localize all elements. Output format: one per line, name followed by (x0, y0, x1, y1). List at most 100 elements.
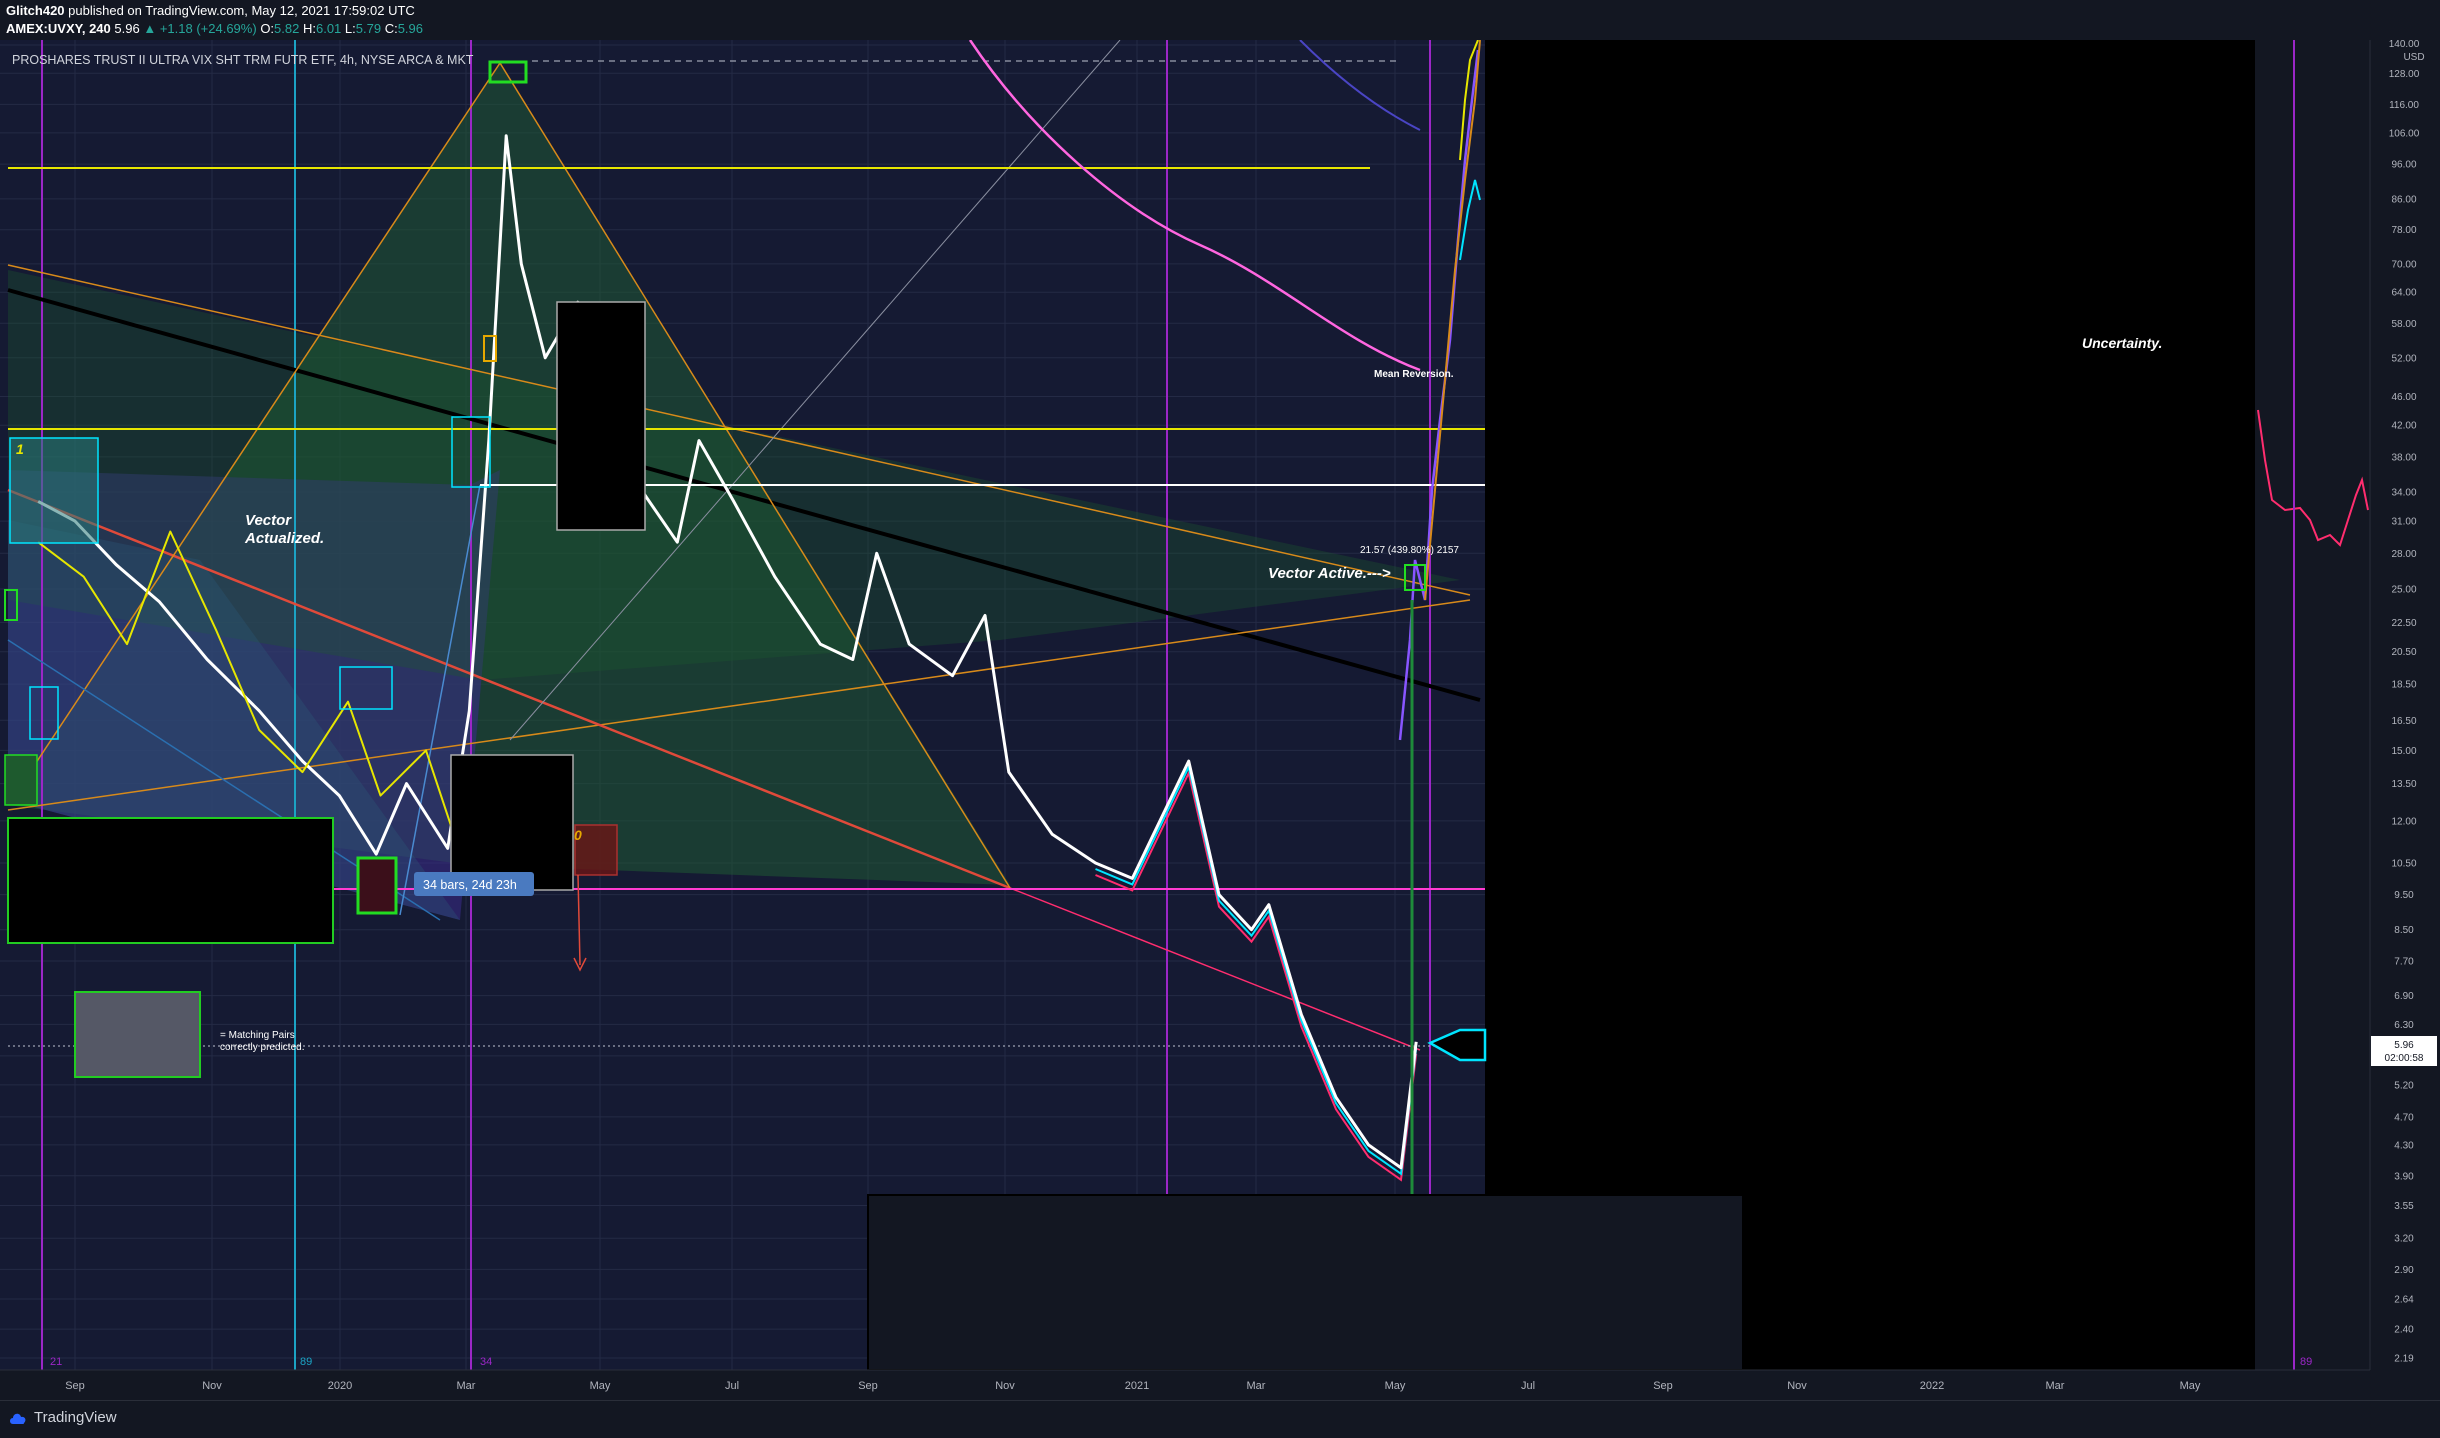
current-price-value: 5.96 (2394, 1040, 2414, 1051)
y-tick-label: 52.00 (2391, 353, 2416, 364)
chart-area[interactable]: PROSHARES TRUST II ULTRA VIX SHT TRM FUT… (0, 39, 2440, 1400)
y-tick-label: 42.00 (2391, 421, 2416, 432)
y-tick-label: 2.64 (2394, 1294, 2414, 1305)
x-tick-label: 2020 (328, 1380, 352, 1392)
y-tick-label: 2.19 (2394, 1354, 2414, 1365)
price-change: +1.18 (+24.69%) (159, 21, 257, 36)
mean-reversion-label: Mean Reversion. (1374, 369, 1454, 380)
y-tick-label: 31.00 (2391, 517, 2416, 528)
ohlc-open-label: O: (260, 21, 275, 36)
y-tick-label: 70.00 (2391, 259, 2416, 270)
y-tick-label: 7.70 (2394, 956, 2414, 967)
x-tick-label: 2022 (1920, 1380, 1944, 1392)
tradingview-brand[interactable]: TradingView (8, 1409, 117, 1426)
x-tick-label: Sep (65, 1380, 85, 1392)
cycle-21-label: 21 (50, 1356, 62, 1368)
x-tick-label: Jul (725, 1380, 739, 1392)
y-tick-label: 22.50 (2391, 618, 2416, 629)
brand-name: TradingView (34, 1409, 117, 1426)
currency-label: USD (2403, 52, 2424, 63)
y-tick-label: 96.00 (2391, 160, 2416, 171)
black-box-1 (556, 301, 646, 531)
y-tick-label: 3.55 (2394, 1201, 2414, 1212)
cycle-89b-label: 89 (2300, 1356, 2312, 1368)
y-tick-label: 12.00 (2391, 816, 2416, 827)
x-tick-label: Mar (457, 1380, 476, 1392)
green-box-2 (356, 856, 398, 915)
footer-bar: TradingView (0, 1400, 2440, 1438)
y-tick-label: 78.00 (2391, 225, 2416, 236)
y-tick-label: 2.90 (2394, 1265, 2414, 1276)
y-tick-label: 10.50 (2391, 858, 2416, 869)
matching-pairs-line1: = Matching Pairs (220, 1030, 295, 1041)
time-axis[interactable] (0, 1370, 2440, 1400)
publisher-name[interactable]: Glitch420 (6, 3, 65, 18)
y-tick-label: 5.20 (2394, 1080, 2414, 1091)
x-tick-label: Nov (1787, 1380, 1807, 1392)
y-tick-label: 18.50 (2391, 680, 2416, 691)
x-tick-label: Sep (858, 1380, 878, 1392)
publisher-line: Glitch420 published on TradingView.com, … (6, 3, 415, 18)
x-tick-label: May (1385, 1380, 1406, 1392)
y-tick-label: 20.50 (2391, 647, 2416, 658)
ohlc-low: 5.79 (355, 21, 382, 36)
y-tick-label: 4.70 (2394, 1112, 2414, 1123)
vector-actualized-line1: Vector (245, 512, 292, 529)
last-price: 5.96 (114, 21, 140, 36)
countdown-value: 02:00:58 (2385, 1053, 2424, 1064)
cycle-89-label: 89 (300, 1356, 312, 1368)
ohlc-open: 5.82 (274, 21, 300, 36)
count-0-label: 0 (574, 827, 582, 843)
ohlc-high: 6.01 (315, 21, 342, 36)
matching-pairs-line2: correctly predicted. (220, 1042, 304, 1053)
x-tick-label: 2021 (1125, 1380, 1149, 1392)
ohlc-high-label: H: (302, 21, 316, 36)
future-mask (1485, 40, 2255, 1370)
up-triangle-icon: ▲ (143, 21, 157, 36)
y-tick-label: 13.50 (2391, 779, 2416, 790)
vector-active-label: Vector Active.---> (1268, 565, 1391, 582)
symbol-name[interactable]: AMEX:UVXY, 240 (6, 21, 111, 36)
x-tick-label: Mar (2046, 1380, 2065, 1392)
bars-tooltip-text: 34 bars, 24d 23h (423, 878, 517, 892)
y-tick-label: 86.00 (2391, 194, 2416, 205)
y-tick-label: 15.00 (2391, 746, 2416, 757)
x-tick-label: Nov (202, 1380, 222, 1392)
x-tick-label: Nov (995, 1380, 1015, 1392)
y-tick-label: 38.00 (2391, 452, 2416, 463)
bottom-info-box (867, 1194, 1744, 1371)
far-right-zone (2255, 40, 2370, 1370)
chart-svg[interactable]: PROSHARES TRUST II ULTRA VIX SHT TRM FUT… (0, 39, 2440, 1400)
uncertainty-label: Uncertainty. (2082, 335, 2162, 351)
y-tick-label: 128.00 (2389, 69, 2420, 80)
x-tick-label: Mar (1247, 1380, 1266, 1392)
green-box-left (4, 754, 38, 806)
y-tick-label: 16.50 (2391, 716, 2416, 727)
black-box-legend (7, 817, 334, 944)
published-text: published on TradingView.com, May 12, 20… (68, 3, 415, 18)
ohlc-low-label: L: (344, 21, 356, 36)
ohlc-close: 5.96 (397, 21, 424, 36)
y-tick-label: 140.00 (2389, 40, 2420, 50)
y-tick-label: 3.90 (2394, 1171, 2414, 1182)
y-tick-label: 34.00 (2391, 487, 2416, 498)
x-tick-label: Sep (1653, 1380, 1673, 1392)
count-1-label: 1 (16, 441, 24, 457)
y-tick-label: 2.40 (2394, 1325, 2414, 1336)
y-tick-label: 6.30 (2394, 1020, 2414, 1031)
y-tick-label: 46.00 (2391, 392, 2416, 403)
y-tick-label: 64.00 (2391, 288, 2416, 299)
symbol-line: AMEX:UVXY, 240 5.96 ▲ +1.18 (+24.69%) O:… (6, 21, 423, 36)
y-tick-label: 58.00 (2391, 319, 2416, 330)
black-box-2 (450, 754, 574, 891)
y-tick-label: 28.00 (2391, 549, 2416, 560)
cloud-icon (10, 1413, 26, 1424)
publisher-header: Glitch420 published on TradingView.com, … (0, 0, 2440, 40)
y-tick-label: 8.50 (2394, 925, 2414, 936)
y-tick-label: 6.90 (2394, 991, 2414, 1002)
measure-label: 21.57 (439.80%) 2157 (1360, 545, 1459, 556)
x-tick-label: Jul (1521, 1380, 1535, 1392)
cycle-34-label: 34 (480, 1356, 492, 1368)
y-tick-label: 106.00 (2389, 128, 2420, 139)
y-tick-label: 9.50 (2394, 890, 2414, 901)
